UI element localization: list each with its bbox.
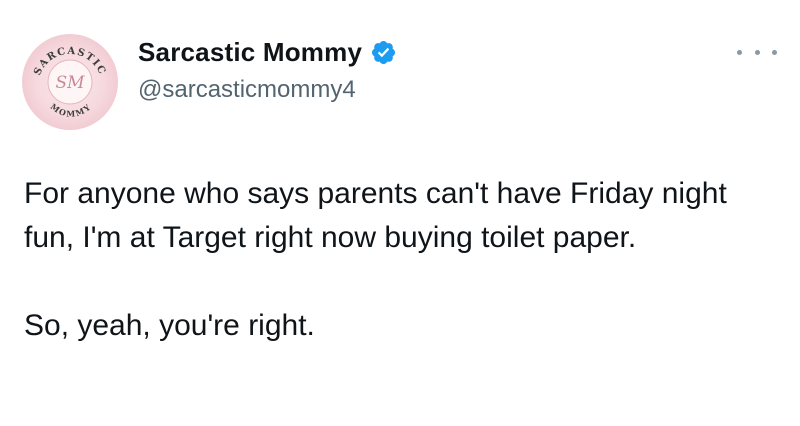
tweet-paragraph-1: For anyone who says parents can't have F… (24, 177, 727, 254)
author-handle[interactable]: @sarcasticmommy4 (138, 76, 356, 104)
more-dot (754, 49, 760, 55)
avatar-monogram: SM (55, 73, 85, 93)
more-dot (737, 49, 742, 55)
author-name-row: Sarcastic Mommy (138, 34, 397, 70)
sarcastic-mommy-logo: SARCASTIC MOMMY SM (18, 30, 122, 134)
more-dot (772, 49, 777, 55)
verified-badge-icon (370, 39, 397, 66)
tweet-paragraph-2: So, yeah, you're right. (24, 309, 315, 342)
tweet-body: For anyone who says parents can't have F… (24, 172, 784, 348)
more-horizontal-icon[interactable] (737, 42, 777, 62)
tweet-card: SARCASTIC MOMMY SM Sarcastic Mommy @sarc… (0, 0, 800, 426)
avatar[interactable]: SARCASTIC MOMMY SM (18, 30, 122, 134)
author-display-name[interactable]: Sarcastic Mommy (138, 37, 362, 68)
